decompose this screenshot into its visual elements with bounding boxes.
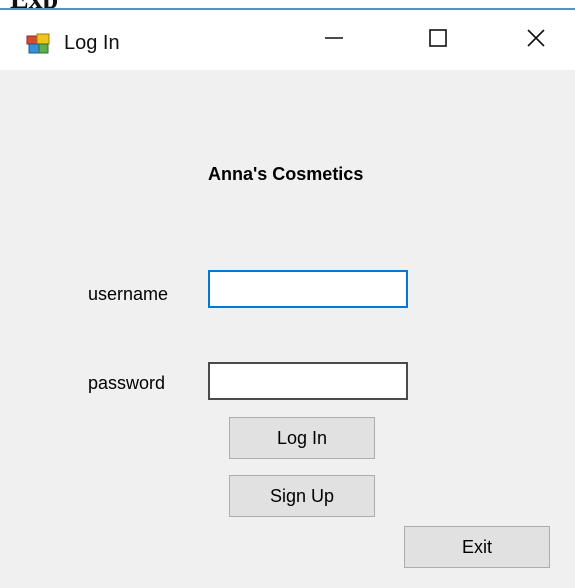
minimize-icon [323, 27, 345, 54]
login-button[interactable]: Log In [229, 417, 375, 459]
username-label: username [88, 284, 169, 304]
password-label: password [88, 373, 166, 393]
close-button[interactable] [488, 10, 575, 70]
brand-title: Anna's Cosmetics [208, 164, 364, 184]
login-window: Log In Anna's Cosmetics username passwor… [0, 10, 575, 588]
title-bar[interactable]: Log In [0, 10, 575, 70]
window-title: Log In [64, 32, 120, 54]
exit-button[interactable]: Exit [404, 526, 550, 568]
close-icon [525, 27, 547, 54]
signup-button[interactable]: Sign Up [229, 475, 375, 517]
username-input[interactable] [208, 270, 408, 308]
minimize-button[interactable] [286, 10, 382, 70]
windows-form-icon[interactable] [26, 33, 50, 55]
page: Exp Log In [0, 0, 575, 588]
password-input[interactable] [208, 362, 408, 400]
maximize-button[interactable] [390, 10, 486, 70]
maximize-icon [427, 27, 449, 54]
